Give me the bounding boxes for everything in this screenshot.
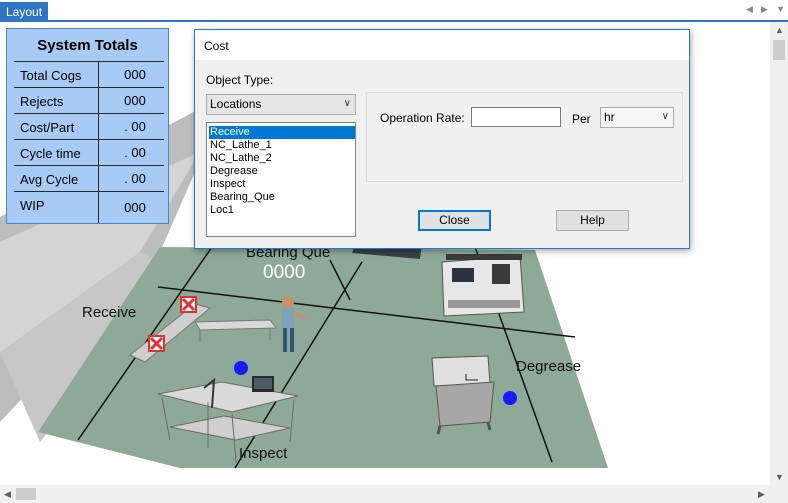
receive-label: Receive: [82, 304, 137, 321]
object-type-value: Locations: [210, 97, 262, 111]
layout-window: Layout ◀ ▶ ▼ Receive Bearing Que 0000 De…: [0, 0, 788, 503]
reject-marker-1: [180, 296, 197, 313]
scroll-right-icon[interactable]: ▶: [758, 489, 765, 500]
totals-row-value: . 00: [124, 145, 146, 160]
horizontal-scroll-thumb[interactable]: [16, 488, 36, 500]
operation-rate-input[interactable]: [471, 107, 561, 127]
list-item[interactable]: NC_Lathe_1: [209, 139, 355, 152]
totals-row-wip: WIP 000: [14, 191, 164, 217]
inspect-label: Inspect: [239, 445, 288, 462]
object-listbox[interactable]: Receive NC_Lathe_1 NC_Lathe_2 Degrease I…: [206, 122, 356, 237]
tab-next-icon[interactable]: ▶: [761, 4, 768, 15]
per-unit-value: hr: [604, 110, 615, 124]
totals-row-value: 000: [124, 67, 146, 82]
totals-row-label: Rejects: [20, 94, 64, 109]
list-item[interactable]: Loc1: [209, 204, 355, 217]
scrollbar-corner: [770, 485, 788, 503]
object-type-label: Object Type:: [206, 73, 274, 87]
totals-row-value: 000: [124, 200, 146, 215]
operation-rate-group: [366, 92, 683, 182]
totals-row-total-cogs: Total Cogs 000: [14, 61, 164, 87]
totals-row-label: Cost/Part: [20, 120, 75, 135]
list-item[interactable]: Bearing_Que: [209, 191, 355, 204]
list-item[interactable]: Inspect: [209, 178, 355, 191]
list-item[interactable]: NC_Lathe_2: [209, 152, 355, 165]
scroll-left-icon[interactable]: ◀: [4, 489, 11, 500]
scroll-down-icon[interactable]: ▼: [775, 472, 784, 482]
per-label: Per: [572, 112, 591, 126]
bearing-que-counter: 0000: [263, 262, 306, 283]
tab-layout[interactable]: Layout: [0, 2, 49, 22]
totals-row-label: Total Cogs: [20, 68, 82, 83]
horizontal-scrollbar[interactable]: ◀ ▶: [0, 485, 770, 503]
reject-marker-2: [148, 335, 165, 352]
tab-prev-icon[interactable]: ◀: [746, 4, 753, 15]
scroll-up-icon[interactable]: ▲: [775, 25, 784, 35]
list-item[interactable]: Receive: [209, 126, 355, 139]
degrease-label: Degrease: [516, 358, 582, 375]
totals-row-value: . 00: [124, 119, 146, 134]
system-totals-panel[interactable]: System Totals Total Cogs 000 Rejects 000…: [6, 28, 169, 224]
vertical-scroll-thumb[interactable]: [773, 40, 785, 60]
close-button[interactable]: Close: [418, 210, 491, 231]
system-totals-title: System Totals: [37, 37, 138, 54]
nc-lathe-machine: [441, 254, 525, 317]
help-button[interactable]: Help: [556, 210, 629, 231]
totals-row-value: . 00: [124, 171, 146, 186]
tab-bar: Layout ◀ ▶ ▼: [0, 0, 788, 22]
totals-row-label: Cycle time: [20, 146, 81, 161]
dialog-title: Cost: [204, 39, 229, 53]
totals-row-label: WIP: [20, 198, 45, 213]
totals-row-value: 000: [124, 93, 146, 108]
cost-dialog: Cost Object Type: Locations ∨ Receive NC…: [194, 29, 690, 249]
operation-rate-label: Operation Rate:: [380, 111, 465, 125]
object-type-select[interactable]: Locations ∨: [206, 94, 356, 115]
dialog-title-bar[interactable]: Cost: [195, 30, 689, 60]
totals-row-label: Avg Cycle: [20, 172, 79, 187]
degrease-tank: [431, 355, 495, 435]
list-item[interactable]: Degrease: [209, 165, 355, 178]
chevron-down-icon: ∨: [343, 98, 351, 109]
location-marker-inspect: [234, 361, 248, 375]
per-unit-select[interactable]: hr ∨: [600, 107, 674, 128]
totals-row-cost-per-part: Cost/Part . 00: [14, 113, 164, 139]
chevron-down-icon: ∨: [661, 111, 669, 122]
totals-row-avg-cycle: Avg Cycle . 00: [14, 165, 164, 191]
location-marker-degrease: [503, 391, 517, 405]
totals-row-cycle-time: Cycle time . 00: [14, 139, 164, 165]
vertical-scrollbar[interactable]: ▲ ▼: [770, 22, 788, 485]
tab-dropdown-icon[interactable]: ▼: [776, 4, 785, 14]
totals-row-rejects: Rejects 000: [14, 87, 164, 113]
